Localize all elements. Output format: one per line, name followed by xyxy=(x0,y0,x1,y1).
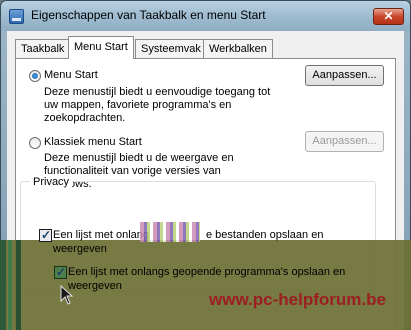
left-stripe xyxy=(0,240,6,330)
close-button[interactable]: ✕ xyxy=(373,8,404,25)
tab-taakbalk[interactable]: Taakbalk xyxy=(15,39,71,58)
recent-files-label-part2: e bestanden opslaan en xyxy=(206,229,324,241)
menu-start-radio[interactable] xyxy=(29,70,41,82)
description-line: Deze menustijl biedt u eenvoudige toegan… xyxy=(44,86,271,98)
recent-programs-label-line2: weergeven xyxy=(68,280,122,292)
watermark-url: www.pc-helpforum.be xyxy=(209,290,386,309)
title-bar[interactable]: Eigenschappen van Taakbalk en menu Start… xyxy=(1,1,410,31)
mouse-cursor-icon xyxy=(60,285,74,305)
recent-files-label-line2: weergeven xyxy=(53,243,107,255)
close-icon: ✕ xyxy=(383,9,394,23)
taskbar-properties-icon xyxy=(9,9,24,24)
window-title: Eigenschappen van Taakbalk en menu Start xyxy=(31,8,266,22)
recent-programs-label[interactable]: Een lijst met onlangs geopende programma… xyxy=(68,265,345,279)
classic-start-label[interactable]: Klassiek menu Start xyxy=(44,136,142,148)
left-stripe xyxy=(16,240,21,330)
recent-programs-checkbox[interactable] xyxy=(54,265,67,279)
menu-start-description: Deze menustijl biedt u eenvoudige toegan… xyxy=(44,86,284,125)
description-line: uw mappen, favoriete programma's en xyxy=(44,99,232,111)
menu-start-label[interactable]: Menu Start xyxy=(44,69,98,81)
classic-start-radio[interactable] xyxy=(29,137,41,149)
description-line: zoekopdrachten. xyxy=(44,112,126,124)
recent-files-label-part1: Een lijst met onlang xyxy=(53,229,149,241)
tab-menu-start[interactable]: Menu Start xyxy=(68,36,134,59)
tab-systeemvak[interactable]: Systeemvak xyxy=(135,39,207,58)
description-line: Deze menustijl biedt u de weergave en xyxy=(44,152,234,164)
left-stripe xyxy=(8,240,12,330)
recent-files-label[interactable]: Een lijst met onlang xyxy=(53,228,149,242)
customize-menu-start-button[interactable]: Aanpassen... xyxy=(305,65,384,86)
description-line: functionaliteit van vorige versies van xyxy=(44,165,221,177)
tab-werkbalken[interactable]: Werkbalken xyxy=(203,39,273,58)
customize-classic-button[interactable]: Aanpassen... xyxy=(305,131,384,152)
privacy-title: Privacy xyxy=(30,176,73,188)
screen-glitch xyxy=(140,222,200,242)
recent-files-checkbox[interactable] xyxy=(39,228,52,242)
